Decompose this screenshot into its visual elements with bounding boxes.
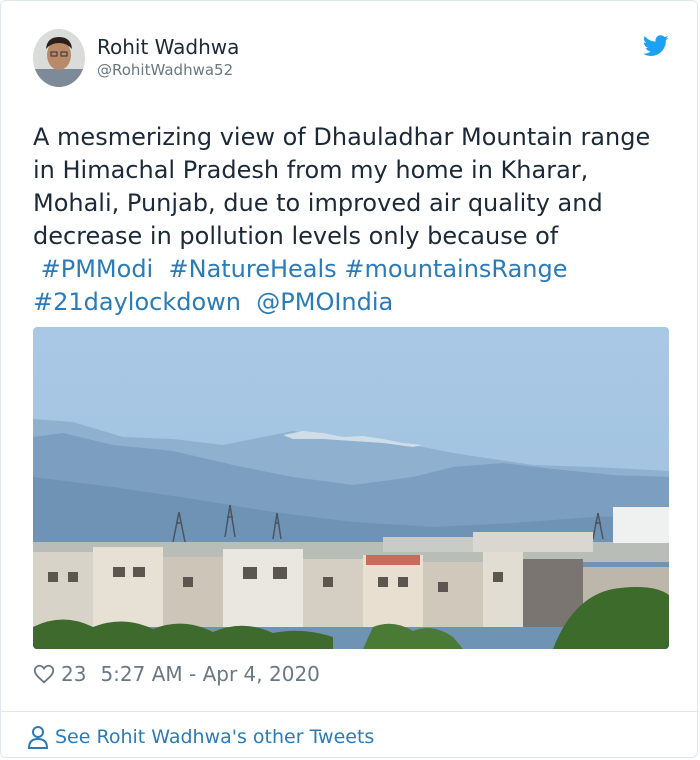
tweet-timestamp[interactable]: 5:27 AM - Apr 4, 2020 xyxy=(100,662,319,686)
tweet-meta: 23 5:27 AM - Apr 4, 2020 xyxy=(33,659,320,689)
like-count[interactable]: 23 xyxy=(61,662,86,686)
tweet-text: A mesmerizing view of Dhauladhar Mountai… xyxy=(33,121,673,319)
user-handle[interactable]: @RohitWadhwa52 xyxy=(97,61,233,79)
tweet-line: decrease in pollution levels only becaus… xyxy=(33,222,559,250)
person-icon xyxy=(27,725,49,749)
tweet-photo[interactable] xyxy=(33,327,669,649)
hashtag-21daylockdown[interactable]: #21daylockdown xyxy=(33,288,241,316)
see-other-tweets-label: See Rohit Wadhwa's other Tweets xyxy=(55,726,375,748)
user-name[interactable]: Rohit Wadhwa xyxy=(97,35,239,59)
tweet-header: Rohit Wadhwa @RohitWadhwa52 xyxy=(33,29,669,89)
heart-icon[interactable] xyxy=(33,663,55,685)
tweet-line: A mesmerizing view of Dhauladhar Mountai… xyxy=(33,123,651,151)
divider xyxy=(1,711,699,712)
hashtag-mountainsrange[interactable]: #mountainsRange xyxy=(344,255,567,283)
hashtag-pmmodi[interactable]: #PMModi xyxy=(41,255,154,283)
tweet-line: in Himachal Pradesh from my home in Khar… xyxy=(33,156,589,184)
mention-pmoindia[interactable]: @PMOIndia xyxy=(256,288,393,316)
hashtag-natureheals[interactable]: #NatureHeals xyxy=(169,255,337,283)
tweet-card: Rohit Wadhwa @RohitWadhwa52 A mesmerizin… xyxy=(0,0,699,758)
twitter-bird-icon[interactable] xyxy=(642,35,669,57)
tweet-line: Mohali, Punjab, due to improved air qual… xyxy=(33,189,603,217)
avatar[interactable] xyxy=(33,29,85,87)
see-other-tweets-link[interactable]: See Rohit Wadhwa's other Tweets xyxy=(27,723,374,751)
